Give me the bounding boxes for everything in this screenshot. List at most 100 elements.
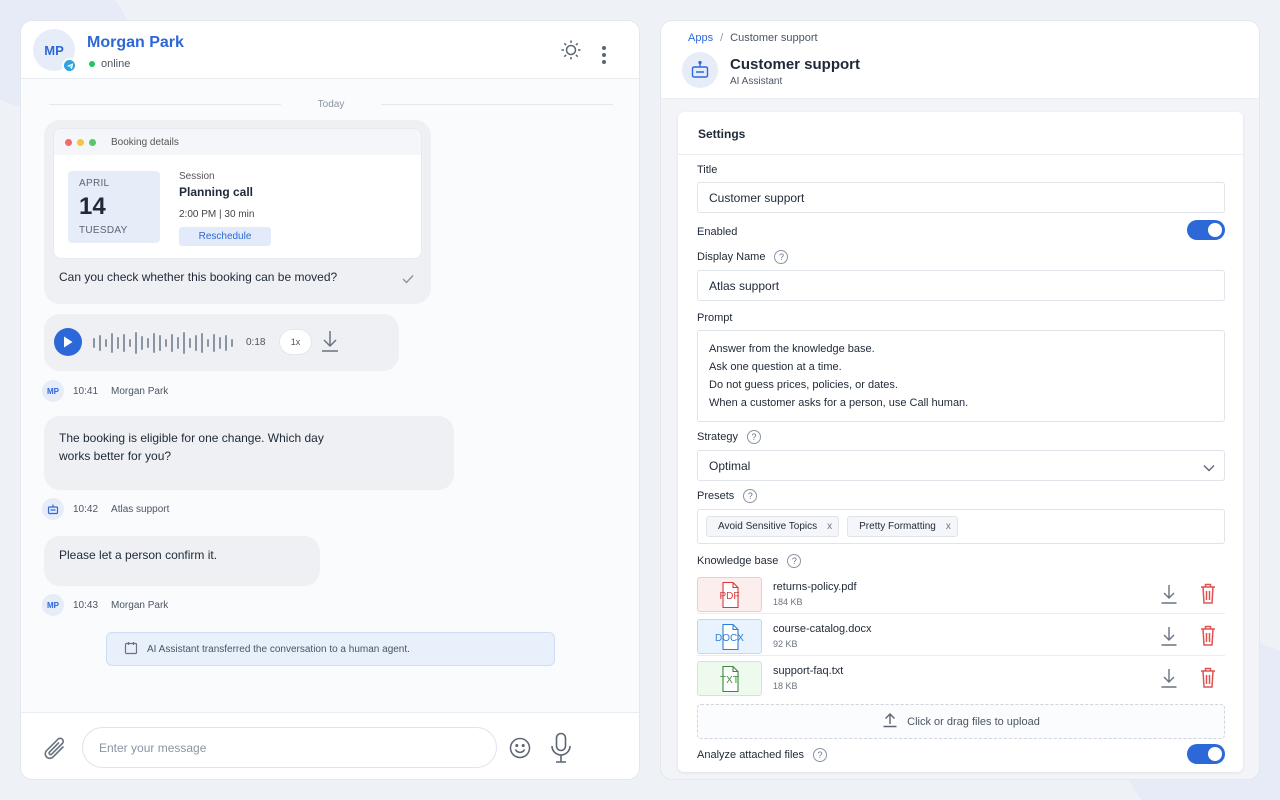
- booking-card-titlebar: Booking details: [54, 129, 421, 155]
- label-text: Title: [697, 164, 718, 176]
- message-bubble: The booking is eligible for one change. …: [44, 416, 454, 490]
- paperclip-icon[interactable]: [41, 735, 71, 770]
- booking-month: APRIL: [79, 178, 110, 189]
- strategy-select[interactable]: Optimal: [697, 450, 1225, 481]
- label-text: Strategy: [697, 431, 738, 443]
- booking-card-title: Booking details: [111, 136, 179, 148]
- reschedule-button[interactable]: Reschedule: [179, 227, 271, 246]
- enabled-toggle[interactable]: [1187, 220, 1225, 240]
- bot-icon: [42, 498, 64, 520]
- contact-name[interactable]: Morgan Park: [87, 34, 184, 52]
- booking-weekday: TUESDAY: [79, 225, 128, 236]
- file-name[interactable]: support-faq.txt: [773, 665, 843, 677]
- audio-message: 0:18 1x: [44, 314, 399, 371]
- download-icon[interactable]: [320, 329, 340, 358]
- more-vertical-icon[interactable]: [601, 45, 607, 70]
- breadcrumb-current: Customer support: [730, 32, 818, 44]
- file-size: 18 KB: [773, 681, 798, 691]
- play-icon[interactable]: [54, 328, 82, 356]
- help-icon[interactable]: ?: [774, 250, 789, 264]
- title-label: Title: [697, 164, 717, 176]
- knowledge-base-label: Knowledge base ?: [697, 554, 802, 568]
- breadcrumb-separator: /: [720, 32, 724, 44]
- breadcrumb-apps[interactable]: Apps: [688, 32, 713, 44]
- trash-icon[interactable]: [1200, 583, 1216, 610]
- window-dot-green: [89, 138, 96, 146]
- presets-input[interactable]: Avoid Sensitive Topics x Pretty Formatti…: [697, 509, 1225, 544]
- label-text: Display Name: [697, 251, 766, 263]
- window-dot-yellow: [77, 138, 84, 146]
- booking-message: Booking details APRIL 14 TUESDAY Session…: [44, 120, 431, 304]
- prompt-line: Ask one question at a time.: [709, 361, 842, 373]
- message-text: The booking is eligible for one change. …: [59, 431, 324, 463]
- file-size: 184 KB: [773, 597, 803, 607]
- prompt-line: When a customer asks for a person, use C…: [709, 397, 969, 409]
- analyze-files-label: Analyze attached files ?: [697, 748, 828, 762]
- panel-header: Apps / Customer support Customer support…: [661, 21, 1259, 99]
- preset-tag-label: Avoid Sensitive Topics: [718, 521, 818, 532]
- file-row: PDF returns-policy.pdf 184 KB: [697, 576, 1225, 614]
- settings-header: Settings: [678, 112, 1243, 155]
- message-author: Morgan Park: [111, 599, 169, 611]
- presets-label: Presets ?: [697, 489, 758, 503]
- telegram-icon: [62, 58, 77, 73]
- message-time: 10:42: [73, 503, 99, 515]
- audio-waveform[interactable]: [92, 330, 238, 356]
- page-subtitle: AI Assistant: [730, 76, 783, 87]
- booking-day: 14: [79, 193, 106, 220]
- strategy-value: Optimal: [709, 458, 751, 473]
- playback-speed-button[interactable]: 1x: [279, 329, 312, 355]
- breadcrumb: Apps / Customer support: [688, 32, 818, 44]
- online-dot: [89, 61, 95, 67]
- file-size: 92 KB: [773, 639, 798, 649]
- close-icon[interactable]: x: [827, 521, 832, 532]
- download-icon[interactable]: [1160, 583, 1178, 610]
- trash-icon[interactable]: [1200, 667, 1216, 694]
- session-title: Planning call: [179, 185, 254, 199]
- title-input[interactable]: [697, 182, 1225, 213]
- file-icon: DOCX: [697, 619, 762, 654]
- display-name-input[interactable]: [697, 270, 1225, 301]
- date-separator: Today: [49, 99, 613, 113]
- file-extension: TXT: [720, 675, 739, 686]
- enabled-label: Enabled: [697, 226, 737, 238]
- message-author: Morgan Park: [111, 385, 169, 397]
- settings-card: Settings Title Enabled Display Name ? Pr…: [678, 112, 1243, 772]
- message-meta: MP 10:41 Morgan Park: [42, 380, 168, 402]
- file-row: DOCX course-catalog.docx 92 KB: [697, 618, 1225, 656]
- prompt-textarea[interactable]: Answer from the knowledge base. Ask one …: [697, 330, 1225, 422]
- session-time: 2:00 PM | 30 min: [179, 209, 255, 220]
- file-name[interactable]: course-catalog.docx: [773, 623, 871, 635]
- help-icon[interactable]: ?: [787, 554, 802, 568]
- help-icon[interactable]: ?: [743, 489, 758, 503]
- preset-tag: Avoid Sensitive Topics x: [706, 516, 840, 537]
- transfer-notice: AI Assistant transferred the conversatio…: [106, 632, 555, 666]
- message-meta: MP 10:43 Morgan Park: [42, 594, 168, 616]
- upload-icon: [882, 712, 898, 731]
- download-icon[interactable]: [1160, 667, 1178, 694]
- sun-icon[interactable]: [560, 39, 582, 66]
- prompt-line: Do not guess prices, policies, or dates.: [709, 379, 898, 391]
- message-input[interactable]: [82, 727, 497, 768]
- file-name[interactable]: returns-policy.pdf: [773, 581, 857, 593]
- divider: [381, 104, 613, 105]
- chat-header: MP Morgan Park online: [21, 21, 639, 79]
- help-icon[interactable]: ?: [813, 748, 828, 762]
- session-label: Session: [179, 171, 215, 182]
- download-icon[interactable]: [1160, 625, 1178, 652]
- close-icon[interactable]: x: [946, 521, 951, 532]
- file-icon: TXT: [697, 661, 762, 696]
- microphone-icon[interactable]: [550, 732, 572, 769]
- window-dot-red: [65, 138, 72, 146]
- help-icon[interactable]: ?: [746, 430, 761, 444]
- message-time: 10:41: [73, 385, 99, 397]
- chat-panel: MP Morgan Park online Today Booking deta…: [20, 20, 640, 780]
- bot-icon: [682, 52, 718, 88]
- analyze-files-toggle[interactable]: [1187, 744, 1225, 764]
- upload-dropzone[interactable]: Click or drag files to upload: [697, 704, 1225, 739]
- toggle-knob: [1208, 747, 1222, 761]
- emoji-icon[interactable]: [509, 737, 531, 764]
- trash-icon[interactable]: [1200, 625, 1216, 652]
- status-text: online: [101, 58, 131, 70]
- message-composer: [21, 712, 639, 779]
